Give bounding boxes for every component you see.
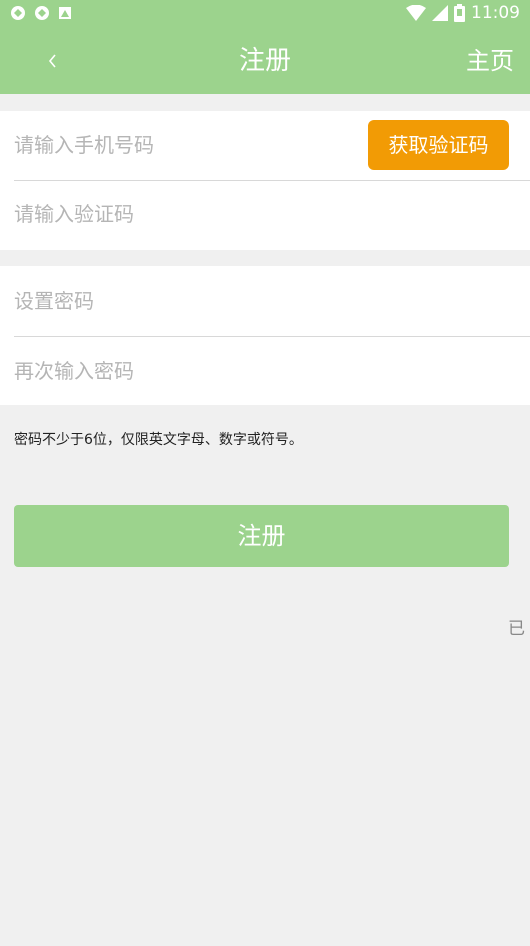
status-right-icons: 11:09 bbox=[406, 3, 520, 23]
status-time: 11:09 bbox=[471, 3, 520, 23]
app-header: 11:09 注册 主页 bbox=[0, 0, 530, 94]
nav-bar: 注册 主页 bbox=[0, 30, 530, 94]
verification-code-input[interactable] bbox=[14, 200, 514, 228]
status-bar: 11:09 bbox=[0, 0, 530, 28]
login-link[interactable]: 已 bbox=[508, 618, 525, 640]
phone-input[interactable] bbox=[14, 131, 354, 159]
divider bbox=[14, 336, 530, 337]
status-left-icons bbox=[10, 5, 72, 21]
confirm-password-input[interactable] bbox=[14, 357, 514, 385]
password-card bbox=[0, 266, 530, 405]
app-notification-icon bbox=[11, 6, 25, 20]
page-title: 注册 bbox=[238, 46, 291, 76]
get-code-button[interactable]: 获取验证码 bbox=[368, 120, 509, 170]
signal-icon bbox=[432, 5, 448, 21]
wifi-icon bbox=[406, 5, 426, 21]
battery-icon bbox=[454, 4, 465, 22]
register-button[interactable]: 注册 bbox=[14, 505, 509, 567]
app-notification-icon bbox=[35, 6, 49, 20]
password-input[interactable] bbox=[14, 287, 514, 315]
divider bbox=[14, 180, 530, 181]
home-link[interactable]: 主页 bbox=[466, 45, 514, 77]
password-hint: 密码不少于6位，仅限英文字母、数字或符号。 bbox=[14, 432, 303, 448]
image-notification-icon bbox=[59, 7, 71, 19]
phone-verification-card: 获取验证码 bbox=[0, 111, 530, 250]
